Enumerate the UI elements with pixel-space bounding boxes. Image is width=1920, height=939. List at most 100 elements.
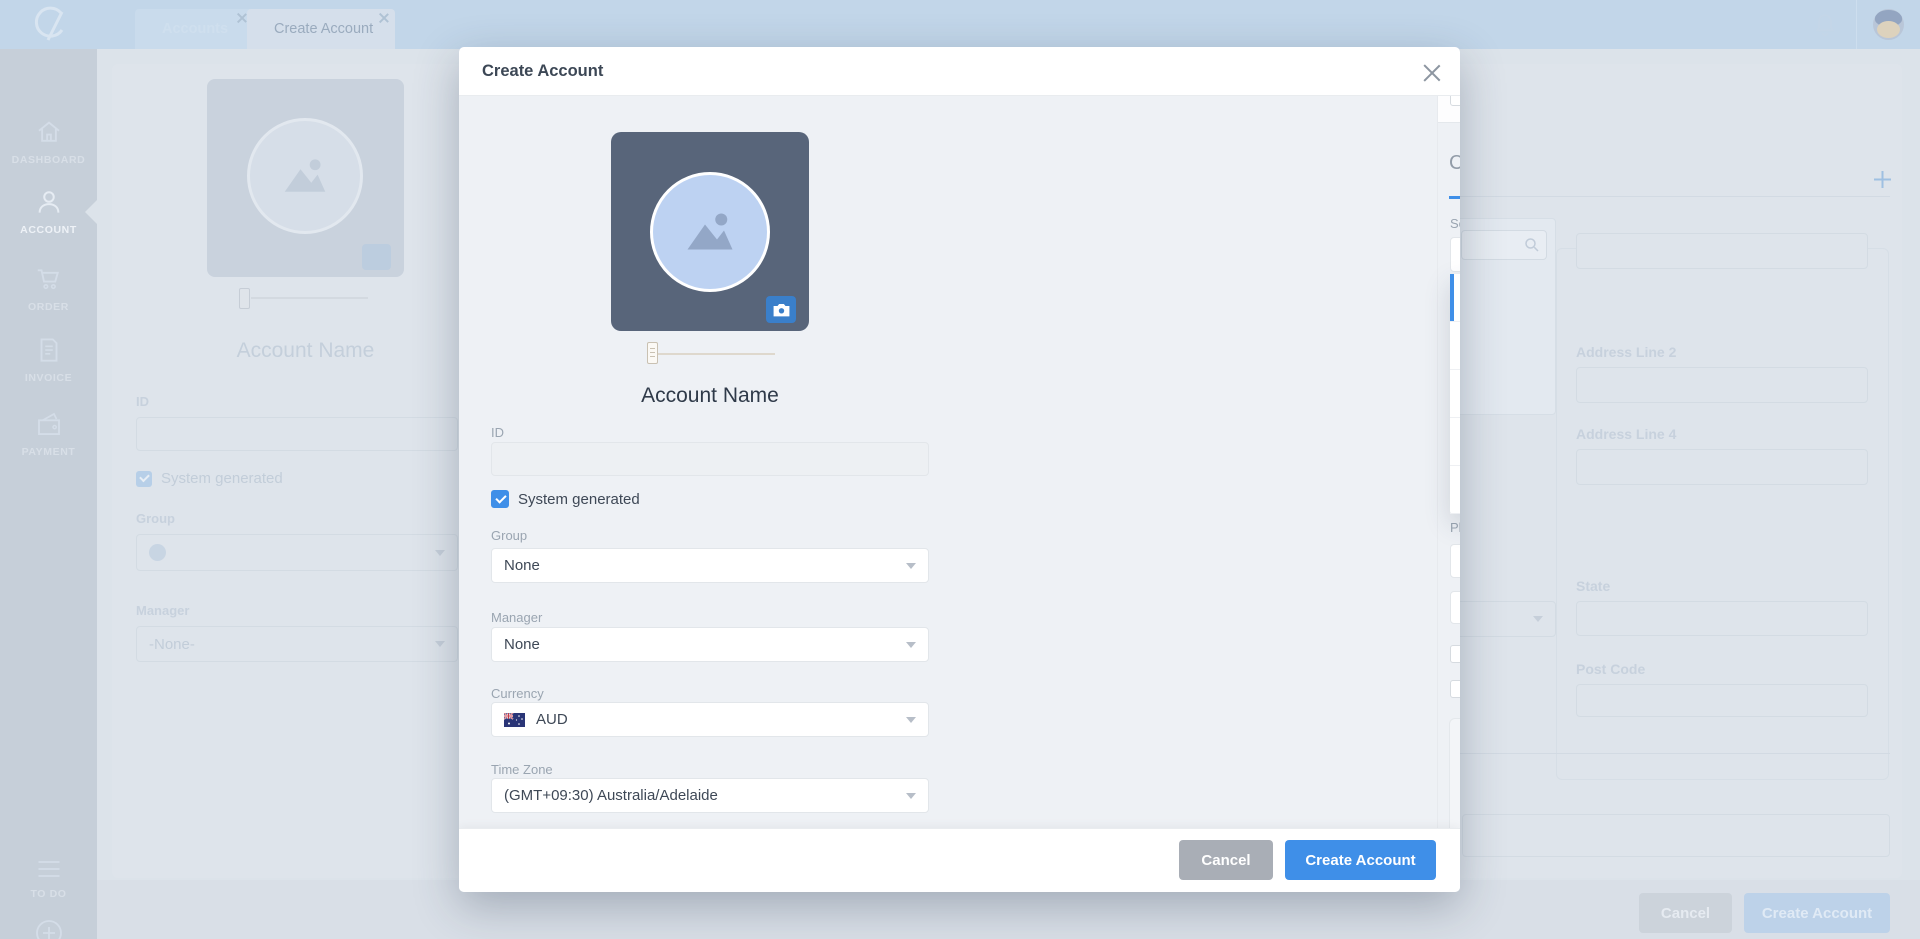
modal-body: Account Name ID System generated Group N… bbox=[459, 96, 1460, 828]
user-avatar[interactable] bbox=[1873, 9, 1904, 40]
sidebar-item-todo[interactable]: TO DO bbox=[0, 857, 97, 900]
camera-icon bbox=[362, 244, 391, 270]
app-logo-icon[interactable] bbox=[28, 4, 74, 51]
manager-label: Manager bbox=[491, 610, 542, 625]
avatar-upload-tile bbox=[611, 132, 809, 331]
option-billing-contact[interactable]: Billing Contact bbox=[1450, 274, 1460, 322]
sidebar-item-dashboard[interactable]: DASHBOARD bbox=[0, 117, 97, 166]
background-divider bbox=[1460, 753, 1890, 754]
timezone-select[interactable]: (GMT+09:30) Australia/Adelaide bbox=[491, 778, 929, 813]
add-mobile-row[interactable]: Add Mobile Number bbox=[1450, 680, 1460, 698]
active-nav-indicator bbox=[85, 199, 98, 225]
background-cancel-button: Cancel bbox=[1639, 893, 1732, 933]
add-note-row[interactable]: Add a note for this action bbox=[1438, 96, 1460, 122]
group-select[interactable]: None bbox=[491, 548, 929, 583]
background-zoom-slider-track bbox=[251, 297, 368, 299]
person-icon bbox=[34, 187, 64, 217]
close-icon[interactable] bbox=[1423, 62, 1441, 80]
cancel-button[interactable]: Cancel bbox=[1179, 840, 1273, 880]
sidebar-item-label: PAYMENT bbox=[0, 446, 97, 458]
modal-header: Create Account bbox=[459, 47, 1460, 96]
option-contact-5[interactable]: contact.5 bbox=[1450, 466, 1460, 514]
sidebar-item-payment[interactable]: PAYMENT bbox=[0, 409, 97, 458]
add-fax-checkbox[interactable] bbox=[1450, 645, 1460, 663]
background-wide-input bbox=[1462, 814, 1890, 857]
option-contact-4[interactable]: contact.4 bbox=[1450, 418, 1460, 466]
phone-number-input[interactable] bbox=[1450, 591, 1460, 624]
chevron-down-icon bbox=[906, 793, 916, 799]
list-icon bbox=[35, 857, 63, 881]
checkbox-checked-icon[interactable] bbox=[491, 490, 509, 508]
currency-select[interactable]: AUD bbox=[491, 702, 929, 737]
sidebar-item-label: TO DO bbox=[0, 888, 97, 900]
create-account-modal: Create Account Account Name ID System ge… bbox=[459, 47, 1460, 892]
sidebar-nav: DASHBOARD ACCOUNT ORDER INVOICE PAYMENT … bbox=[0, 49, 97, 939]
sidebar-item-label: ORDER bbox=[0, 301, 97, 313]
add-note-checkbox[interactable] bbox=[1450, 96, 1460, 106]
top-bar: Accounts Create Account bbox=[0, 0, 1920, 49]
contact-type-options-list: Billing Contact Shipping Contact contact… bbox=[1450, 274, 1460, 514]
background-search-panel bbox=[1452, 218, 1556, 415]
add-fax-row[interactable]: Add Fax Number bbox=[1450, 645, 1460, 663]
phone-label: Phone bbox=[1450, 520, 1460, 535]
background-zoom-slider-handle bbox=[239, 288, 250, 309]
address-panel: Address Address line 1 Address line 1 bbox=[1449, 718, 1460, 828]
australia-flag-icon bbox=[504, 713, 525, 727]
chevron-down-icon bbox=[906, 563, 916, 569]
account-name-title: Account Name bbox=[491, 384, 929, 408]
option-contact-3[interactable]: contact.3 bbox=[1450, 370, 1460, 418]
cart-icon bbox=[34, 264, 64, 294]
zoom-slider-handle[interactable] bbox=[647, 342, 658, 364]
option-shipping-contact[interactable]: Shipping Contact bbox=[1450, 322, 1460, 370]
home-icon bbox=[34, 117, 64, 147]
create-account-button[interactable]: Create Account bbox=[1285, 840, 1436, 880]
close-tab-icon[interactable] bbox=[379, 13, 389, 23]
id-input[interactable] bbox=[491, 442, 929, 476]
tab-create-account[interactable]: Create Account bbox=[247, 9, 395, 49]
upload-photo-button[interactable] bbox=[766, 296, 796, 323]
background-select bbox=[1452, 601, 1556, 637]
search-icon bbox=[1523, 236, 1541, 254]
background-id-label: ID bbox=[136, 394, 149, 409]
background-id-input bbox=[136, 417, 458, 451]
system-generated-label: System generated bbox=[518, 491, 640, 508]
image-placeholder-icon bbox=[650, 172, 770, 292]
topbar-divider bbox=[1856, 0, 1857, 49]
background-address-line4-label: Address Line 4 bbox=[1576, 426, 1676, 442]
zoom-slider-track[interactable] bbox=[649, 353, 775, 355]
contact-information-heading: CONTACT INFORMATION bbox=[1449, 152, 1460, 175]
background-state-input bbox=[1576, 601, 1868, 636]
background-group-select bbox=[136, 534, 458, 571]
phone-country-select[interactable]: Australia (61) bbox=[1450, 544, 1460, 578]
add-mobile-checkbox[interactable] bbox=[1450, 680, 1460, 698]
notifications-bell-icon[interactable] bbox=[1812, 11, 1838, 39]
checkbox-checked-icon bbox=[136, 471, 152, 487]
id-label: ID bbox=[491, 425, 504, 440]
chevron-down-icon bbox=[906, 642, 916, 648]
close-tab-icon[interactable] bbox=[237, 13, 247, 23]
sidebar-item-new[interactable]: NEW bbox=[0, 917, 97, 939]
contact-information-pane: Add a note for this action CONTACT INFOR… bbox=[1437, 96, 1460, 828]
image-placeholder-icon bbox=[247, 118, 363, 234]
tab-accounts[interactable]: Accounts bbox=[135, 9, 253, 49]
background-address-line2-label: Address Line 2 bbox=[1576, 344, 1676, 360]
system-generated-checkbox-row[interactable]: System generated bbox=[491, 490, 640, 508]
tab-create-account-label: Create Account bbox=[274, 21, 373, 37]
background-manager-select: -None- bbox=[136, 626, 458, 662]
heading-underline bbox=[1449, 196, 1460, 199]
background-account-name: Account Name bbox=[207, 339, 404, 363]
background-address-line2-input bbox=[1576, 367, 1868, 403]
sidebar-item-label: INVOICE bbox=[0, 372, 97, 384]
wallet-icon bbox=[34, 409, 64, 439]
background-postcode-label: Post Code bbox=[1576, 661, 1645, 677]
contact-type-select[interactable]: Billing Contact bbox=[1450, 237, 1460, 272]
background-state-label: State bbox=[1576, 578, 1610, 594]
manager-select[interactable]: None bbox=[491, 627, 929, 662]
background-group-label: Group bbox=[136, 511, 175, 526]
sidebar-item-order[interactable]: ORDER bbox=[0, 264, 97, 313]
background-manager-label: Manager bbox=[136, 603, 189, 618]
sidebar-item-account[interactable]: ACCOUNT bbox=[0, 187, 97, 236]
background-divider bbox=[1460, 196, 1890, 197]
camera-icon bbox=[772, 302, 791, 318]
sidebar-item-invoice[interactable]: INVOICE bbox=[0, 335, 97, 384]
